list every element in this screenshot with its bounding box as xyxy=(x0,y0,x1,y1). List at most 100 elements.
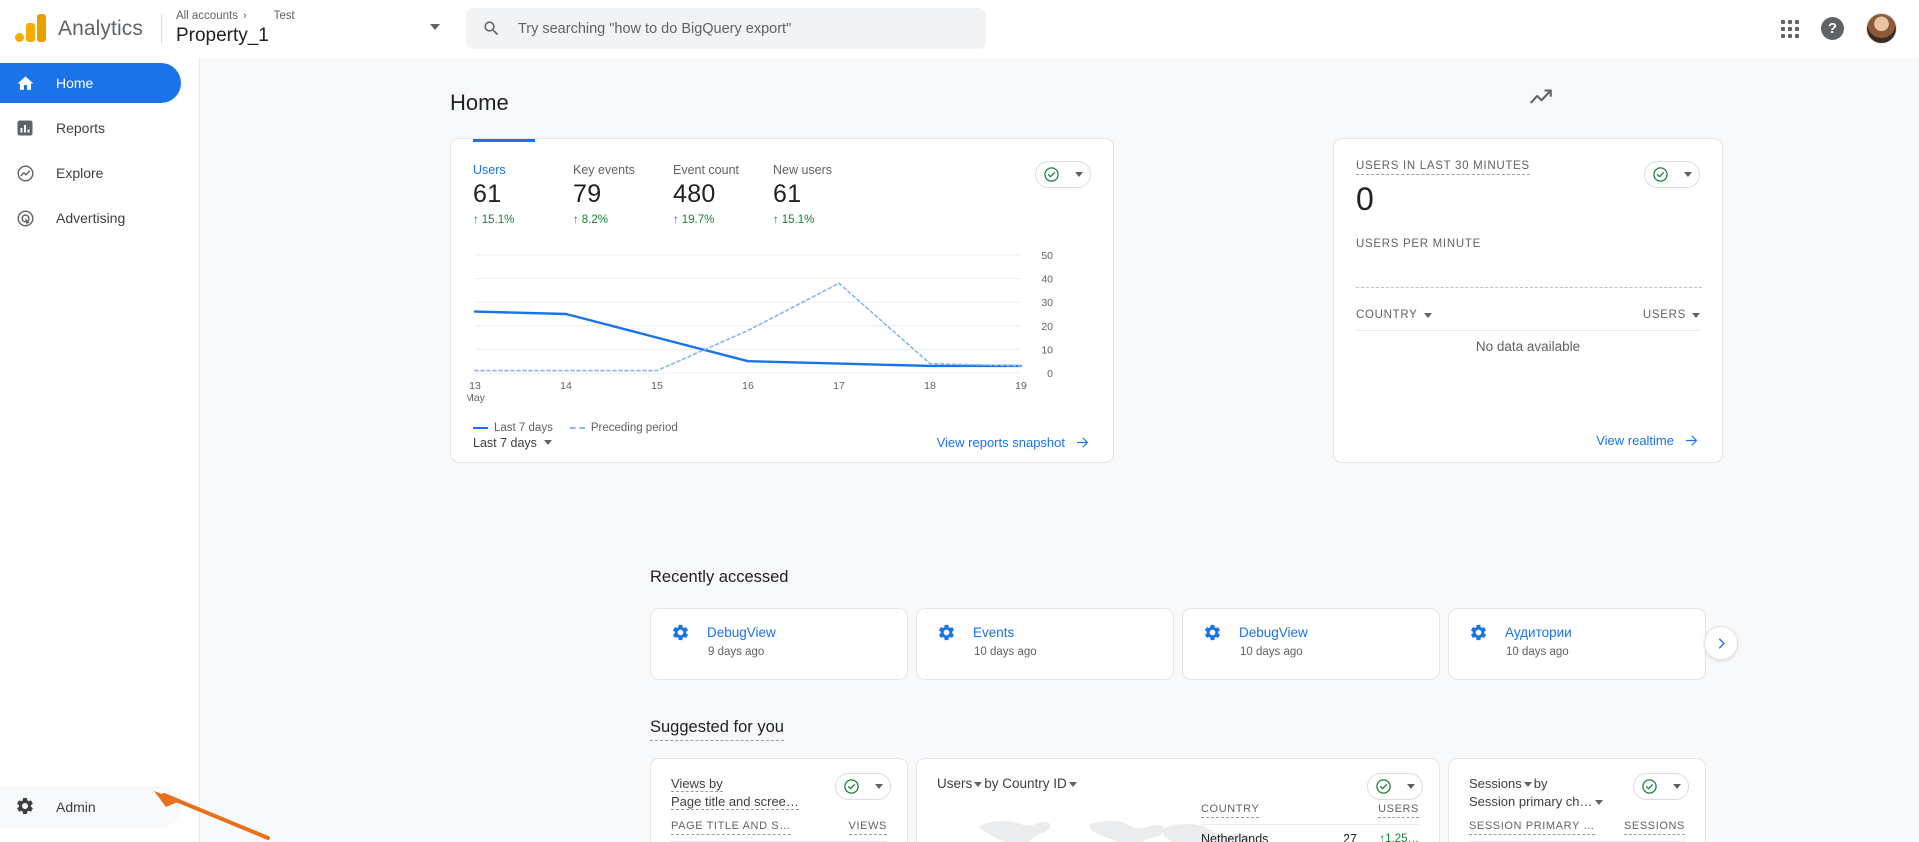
recently-accessed-time: 10 days ago xyxy=(1240,646,1303,658)
help-icon[interactable]: ? xyxy=(1821,17,1844,40)
sidebar-item-home[interactable]: Home xyxy=(0,63,181,103)
column-header-metric: VIEWS xyxy=(848,820,887,835)
column-header-dimension: SESSION PRIMARY … xyxy=(1469,820,1595,835)
chevron-down-icon xyxy=(1074,172,1083,177)
recently-accessed-time: 9 days ago xyxy=(708,646,765,658)
metric-delta-value: 8.2% xyxy=(581,214,608,226)
table-row[interactable]: Netherlands 27 ↑1,25… xyxy=(1201,825,1419,842)
suggested-card-sessions-by-channel[interactable]: Sessions by Session primary ch… SESSION P… xyxy=(1448,758,1706,842)
chevron-down-icon[interactable] xyxy=(974,781,983,787)
arrow-right-icon xyxy=(1685,435,1698,446)
metric-delta: ↑ 15.1% xyxy=(473,214,573,226)
view-reports-snapshot-link[interactable]: View reports snapshot xyxy=(937,435,1091,450)
suggested-title-line2: Session primary ch… xyxy=(1469,794,1593,809)
chevron-down-icon[interactable] xyxy=(1523,782,1532,788)
gear-icon xyxy=(1205,624,1220,641)
recently-accessed-name: Аудитории xyxy=(1505,625,1572,640)
search-bar[interactable] xyxy=(465,8,986,49)
insights-badge-button[interactable] xyxy=(835,773,891,800)
sidebar-item-explore[interactable]: Explore xyxy=(0,153,181,193)
column-header-country[interactable]: COUNTRY xyxy=(1356,309,1432,321)
gear-icon xyxy=(939,624,954,641)
advertising-target-icon xyxy=(15,208,35,228)
recently-accessed-card-3[interactable]: Аудитории 10 days ago xyxy=(1448,608,1706,680)
sidebar-item-label: Home xyxy=(56,75,94,91)
metric-delta: ↑ 8.2% xyxy=(573,214,673,226)
suggested-card-users-by-country[interactable]: Users by Country ID COUNTRY USERS Nether… xyxy=(916,758,1440,842)
chevron-down-icon[interactable] xyxy=(1594,800,1603,806)
recently-accessed-card-0[interactable]: DebugView 9 days ago xyxy=(650,608,908,680)
search-icon xyxy=(484,21,499,36)
google-analytics-logo-icon xyxy=(14,13,48,44)
chart-series-solid xyxy=(473,310,1023,368)
row-value: 27 xyxy=(1343,832,1357,842)
gear-icon xyxy=(673,624,688,641)
realtime-label: USERS IN LAST 30 MINUTES xyxy=(1356,160,1530,175)
trending-up-icon[interactable] xyxy=(1528,84,1554,110)
check-circle-icon xyxy=(1653,167,1668,182)
chevron-down-icon xyxy=(1406,784,1415,789)
metrics-card-footer: Last 7 days View reports snapshot xyxy=(473,435,1091,450)
recently-accessed-next-button[interactable] xyxy=(1704,626,1738,660)
recently-accessed-time: 10 days ago xyxy=(974,646,1037,658)
chevron-down-icon xyxy=(874,784,883,789)
x-axis-tick-label: 16 xyxy=(742,380,754,392)
chevron-right-icon xyxy=(1718,637,1725,649)
metric-value: 480 xyxy=(673,180,716,208)
metric-label: Event count xyxy=(673,163,740,177)
sidebar-item-reports[interactable]: Reports xyxy=(0,108,181,148)
chevron-down-icon[interactable] xyxy=(429,23,440,30)
apps-grid-icon[interactable] xyxy=(1781,19,1799,38)
metrics-row: Users 61 ↑ 15.1% Key events 79 ↑ 8.2% Ev… xyxy=(451,139,1113,226)
insights-badge-button[interactable] xyxy=(1035,161,1091,188)
insights-badge-button[interactable] xyxy=(1367,773,1423,800)
arrow-up-icon: ↑ xyxy=(473,214,479,226)
check-circle-icon xyxy=(1642,779,1657,794)
sidebar-item-admin[interactable]: Admin xyxy=(0,786,181,828)
suggested-title-line2: Page title and scree… xyxy=(671,794,799,810)
insights-badge-button[interactable] xyxy=(1644,161,1700,188)
sidebar-item-advertising[interactable]: Advertising xyxy=(0,198,181,238)
legend-label: Preceding period xyxy=(590,422,678,434)
metric-value: 79 xyxy=(573,180,602,208)
property-selector[interactable]: All accounts › Test Property_1 xyxy=(176,6,444,52)
reports-bar-chart-icon xyxy=(15,118,35,138)
metric-event-count[interactable]: Event count 480 ↑ 19.7% xyxy=(673,163,773,226)
top-bar: Analytics All accounts › Test Property_1… xyxy=(0,0,1919,58)
recently-accessed-card-1[interactable]: Events 10 days ago xyxy=(916,608,1174,680)
gear-icon xyxy=(1471,624,1486,641)
view-realtime-link[interactable]: View realtime xyxy=(1596,433,1700,448)
y-axis-tick-label: 0 xyxy=(1047,368,1053,380)
suggested-table-header: PAGE TITLE AND S… VIEWS xyxy=(671,820,887,842)
search-input[interactable] xyxy=(517,20,970,37)
column-header-metric: SESSIONS xyxy=(1623,820,1685,835)
chevron-down-icon[interactable] xyxy=(1068,781,1077,787)
cta-label: View realtime xyxy=(1596,433,1674,448)
date-range-selector[interactable]: Last 7 days xyxy=(473,436,552,450)
recently-accessed-name: Events xyxy=(973,625,1015,640)
metric-users[interactable]: Users 61 ↑ 15.1% xyxy=(473,163,573,226)
insights-badge-button[interactable] xyxy=(1633,773,1689,800)
sidebar: Home Reports Explore Advertising Admin xyxy=(0,58,200,842)
legend-swatch-solid xyxy=(473,426,488,430)
sidebar-item-label: Reports xyxy=(56,120,106,136)
recently-accessed-card-2[interactable]: DebugView 10 days ago xyxy=(1182,608,1440,680)
suggested-table-header: COUNTRY USERS xyxy=(1201,803,1419,825)
page-title: Home xyxy=(450,90,509,115)
x-axis-tick-label: 19 xyxy=(1015,380,1027,392)
avatar[interactable] xyxy=(1866,13,1897,44)
metric-new-users[interactable]: New users 61 ↑ 15.1% xyxy=(773,163,873,226)
analytics-home-page: Analytics All accounts › Test Property_1… xyxy=(0,0,1919,842)
x-axis-month-label: May xyxy=(467,392,486,404)
chevron-right-icon: › xyxy=(242,10,247,22)
legend-item-current: Last 7 days xyxy=(473,422,553,434)
arrow-up-icon: ↑ xyxy=(773,214,779,226)
selected-metric-underline xyxy=(473,139,535,142)
metric-key-events[interactable]: Key events 79 ↑ 8.2% xyxy=(573,163,673,226)
suggested-card-views-by-page-title[interactable]: Views by Page title and scree… PAGE TITL… xyxy=(650,758,908,842)
column-header-users[interactable]: USERS xyxy=(1643,309,1700,321)
chevron-down-icon xyxy=(1672,784,1681,789)
divider xyxy=(160,13,162,44)
main-content: Home Users 61 ↑ 15.1% Key events 79 ↑ 8.… xyxy=(200,58,1919,842)
metric-label: Users xyxy=(473,163,506,177)
